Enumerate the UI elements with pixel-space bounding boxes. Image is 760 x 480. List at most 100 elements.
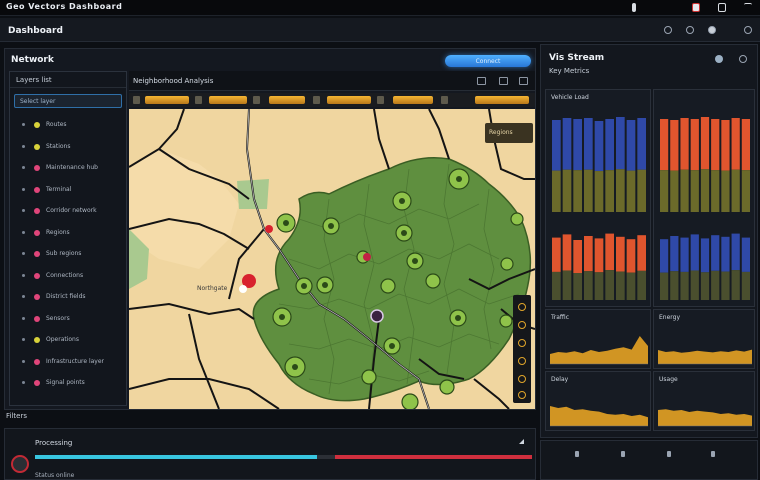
layer-icon[interactable] [195, 96, 202, 104]
chart-bar-base [594, 171, 604, 212]
layers-icon[interactable] [518, 357, 526, 365]
chart-bar-base [700, 272, 710, 300]
chart-bar-base [690, 270, 699, 300]
chart-bar [626, 239, 636, 273]
sidebar-item[interactable]: Stations [10, 136, 126, 158]
avatar[interactable] [11, 455, 29, 473]
more-icon[interactable] [739, 55, 747, 63]
chart-bar-base [690, 170, 699, 212]
layer-icon[interactable] [377, 96, 384, 104]
connect-button[interactable]: Connect [445, 55, 531, 67]
map-tools [513, 295, 531, 403]
sidebar-item[interactable]: Sub regions [10, 243, 126, 265]
map-view[interactable]: Northgate Regions [129, 109, 535, 409]
layer-select[interactable]: Select layer [14, 94, 122, 108]
expand-icon[interactable] [519, 439, 524, 444]
pager-dot[interactable] [667, 451, 671, 457]
layer-icon[interactable] [313, 96, 320, 104]
chart-bar-base [626, 170, 636, 212]
layer-icon[interactable] [253, 96, 260, 104]
fullscreen-icon[interactable] [519, 77, 528, 85]
sidebar-item[interactable]: Maintenance hub [10, 157, 126, 179]
layer-icon[interactable] [441, 96, 448, 104]
minimize-icon[interactable] [632, 3, 636, 12]
chart-cell[interactable]: Delay [545, 371, 651, 431]
window-title: Geo Vectors Dashboard [6, 2, 123, 11]
sidebar-item[interactable]: Sensors [10, 308, 126, 330]
bar-chart [660, 117, 750, 300]
pager-dot[interactable] [711, 451, 715, 457]
sidebar-item[interactable]: Terminal [10, 179, 126, 201]
zoom-out-icon[interactable] [518, 321, 526, 329]
status-text: Status online [35, 472, 75, 479]
chart-cell[interactable]: Vehicle Load [545, 89, 651, 307]
layer-chip[interactable] [393, 96, 433, 104]
maximize-icon[interactable] [718, 3, 726, 12]
locate-icon[interactable] [518, 339, 526, 347]
map-legend[interactable]: Regions [485, 123, 533, 143]
status-icon[interactable] [715, 55, 723, 63]
app-header: Dashboard [0, 18, 760, 42]
chart-bar [731, 118, 740, 170]
layer-chip[interactable] [269, 96, 305, 104]
chart-bar-base [626, 272, 636, 300]
sidebar-item-label: Stations [46, 142, 71, 150]
pager-dot[interactable] [575, 451, 579, 457]
share-icon[interactable] [499, 77, 508, 85]
layer-chip[interactable] [209, 96, 247, 104]
sidebar-item[interactable]: Infrastructure layer [10, 351, 126, 373]
chart-bar-base [637, 169, 646, 212]
chart-bar [637, 118, 646, 170]
chart-cell[interactable] [653, 89, 755, 307]
edit-icon[interactable] [477, 77, 486, 85]
filters-label[interactable]: Filters [6, 412, 27, 420]
panel-title: Vis Stream [549, 53, 605, 63]
bullet-icon [22, 230, 25, 234]
sidebar-item[interactable]: Regions [10, 222, 126, 244]
sidebar-item[interactable]: District fields [10, 286, 126, 308]
chart-bar [584, 236, 593, 272]
selected-node-icon[interactable] [370, 309, 384, 323]
pager [540, 440, 758, 480]
sidebar-item-label: Maintenance hub [46, 164, 98, 171]
chart-bar [594, 121, 604, 172]
notification-icon[interactable] [708, 26, 716, 34]
chart-bar [562, 234, 572, 271]
chart-bar [660, 119, 669, 171]
bullet-icon [22, 209, 25, 212]
chart-bar [562, 118, 572, 170]
chart-bar [605, 233, 614, 271]
compass-icon[interactable] [518, 375, 526, 383]
layer-chip[interactable] [475, 96, 529, 104]
chart-bar [616, 236, 625, 272]
close-icon[interactable] [744, 3, 752, 12]
layer-chip[interactable] [327, 96, 371, 104]
sidebar-item[interactable]: Routes [10, 114, 126, 136]
chart-cell[interactable]: Usage [653, 371, 755, 431]
layer-color-icon [34, 358, 40, 365]
sidebar-item[interactable]: Signal points [10, 372, 126, 394]
chart-bar [741, 119, 750, 171]
sidebar-item[interactable]: Corridor network [10, 200, 126, 222]
progress-track[interactable] [35, 455, 533, 459]
chart-cell[interactable]: Traffic [545, 309, 651, 369]
restore-icon[interactable] [692, 3, 700, 12]
layer-icon[interactable] [133, 96, 140, 104]
sidebar-item[interactable]: Operations [10, 329, 126, 351]
chart-bar-base [616, 169, 625, 212]
pager-dot[interactable] [621, 451, 625, 457]
settings-icon[interactable] [664, 26, 672, 34]
user-icon[interactable] [686, 26, 694, 34]
chart-cell[interactable]: Energy [653, 309, 755, 369]
ruler-icon[interactable] [518, 391, 526, 399]
progress-label: Processing [35, 439, 73, 447]
layer-chip[interactable] [145, 96, 189, 104]
menu-icon[interactable] [744, 26, 752, 34]
sidebar-item-label: Sensors [46, 314, 70, 322]
zoom-in-icon[interactable] [518, 303, 526, 311]
chart-bar [573, 119, 582, 171]
layer-list: Routes Stations Maintenance hub Terminal Cor… [10, 114, 126, 394]
sidebar-item[interactable]: Connections [10, 265, 126, 287]
chart-bar [690, 119, 699, 171]
map-canvas[interactable]: Northgate [129, 109, 535, 409]
